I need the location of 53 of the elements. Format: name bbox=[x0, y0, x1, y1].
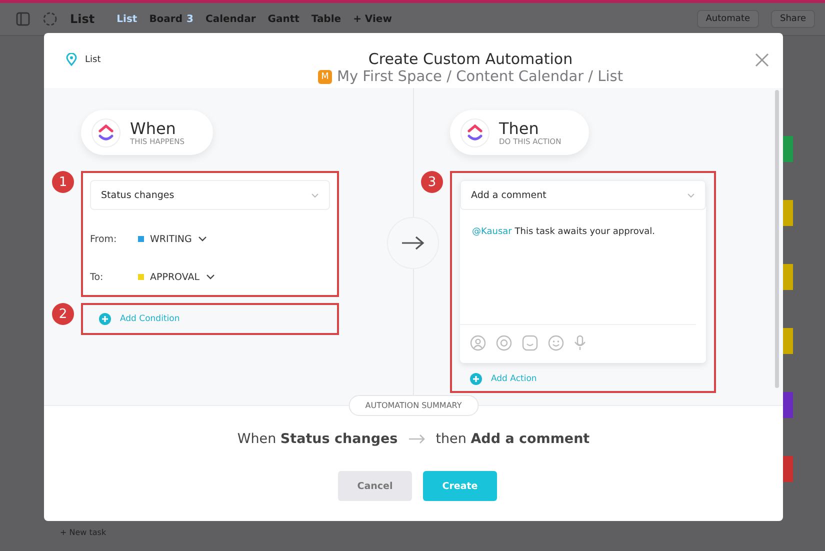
view-tab[interactable]: Board 3 bbox=[149, 14, 194, 24]
microphone-icon[interactable] bbox=[574, 335, 586, 351]
view-tab[interactable]: List bbox=[116, 14, 138, 24]
summary-label: AUTOMATION SUMMARY bbox=[348, 395, 479, 416]
field-label: To: bbox=[90, 272, 104, 282]
summary-trigger: When Status changes bbox=[237, 431, 398, 447]
summary-action: then Add a comment bbox=[436, 431, 590, 447]
add-condition-link[interactable]: Add Condition bbox=[120, 314, 180, 324]
chevron-icon bbox=[198, 236, 207, 242]
mention-icon[interactable] bbox=[496, 335, 512, 351]
share-button[interactable]: Share bbox=[771, 10, 815, 28]
view-tab[interactable]: Calendar bbox=[206, 14, 256, 24]
page-title: List bbox=[70, 12, 95, 26]
trigger-select[interactable]: Status changes bbox=[90, 180, 330, 210]
status-dropdown[interactable]: WRITING bbox=[150, 234, 192, 244]
mention-link[interactable]: @Kausar bbox=[472, 227, 512, 237]
assign-icon[interactable] bbox=[470, 335, 486, 351]
field-label: From: bbox=[90, 234, 118, 244]
plus-icon bbox=[470, 373, 482, 385]
comment-text: This task awaits your approval. bbox=[514, 227, 656, 237]
add-view-button[interactable]: + View bbox=[353, 14, 392, 24]
create-button[interactable]: Create bbox=[423, 471, 497, 501]
step-number: 2 bbox=[52, 303, 74, 325]
dialog-title: Create Custom Automation bbox=[368, 50, 573, 68]
step-number: 1 bbox=[52, 171, 74, 193]
then-heading: Then bbox=[499, 120, 540, 136]
logo-icon bbox=[91, 118, 121, 148]
emoji-icon[interactable] bbox=[548, 335, 564, 351]
plus-icon bbox=[99, 313, 111, 325]
add-action-link[interactable]: Add Action bbox=[491, 374, 537, 384]
location-pin-icon bbox=[66, 53, 77, 66]
chevron-icon bbox=[311, 192, 319, 198]
status-dropdown[interactable]: APPROVAL bbox=[150, 272, 200, 282]
automate-button[interactable]: Automate bbox=[696, 10, 760, 28]
step-number: 3 bbox=[421, 171, 443, 193]
location-label: List bbox=[85, 54, 101, 64]
arrow-icon bbox=[408, 434, 426, 444]
sticker-icon[interactable] bbox=[522, 335, 538, 351]
breadcrumb: My First Space / Content Calendar / List bbox=[336, 68, 624, 86]
sidebar-icon[interactable] bbox=[16, 12, 30, 26]
close-icon[interactable] bbox=[755, 53, 769, 67]
view-tab[interactable]: Gantt bbox=[268, 14, 300, 24]
space-badge: M bbox=[318, 70, 332, 84]
chevron-icon bbox=[687, 192, 695, 198]
cancel-button[interactable]: Cancel bbox=[338, 471, 412, 501]
when-heading: When bbox=[130, 120, 177, 136]
view-tab[interactable]: Table bbox=[311, 14, 342, 24]
spinner-icon bbox=[42, 11, 58, 27]
new-task-link[interactable]: + New task bbox=[60, 528, 106, 537]
scrollbar[interactable] bbox=[775, 90, 779, 388]
logo-icon bbox=[460, 118, 490, 148]
action-select[interactable]: Add a comment bbox=[460, 180, 706, 210]
chevron-icon bbox=[206, 274, 215, 280]
